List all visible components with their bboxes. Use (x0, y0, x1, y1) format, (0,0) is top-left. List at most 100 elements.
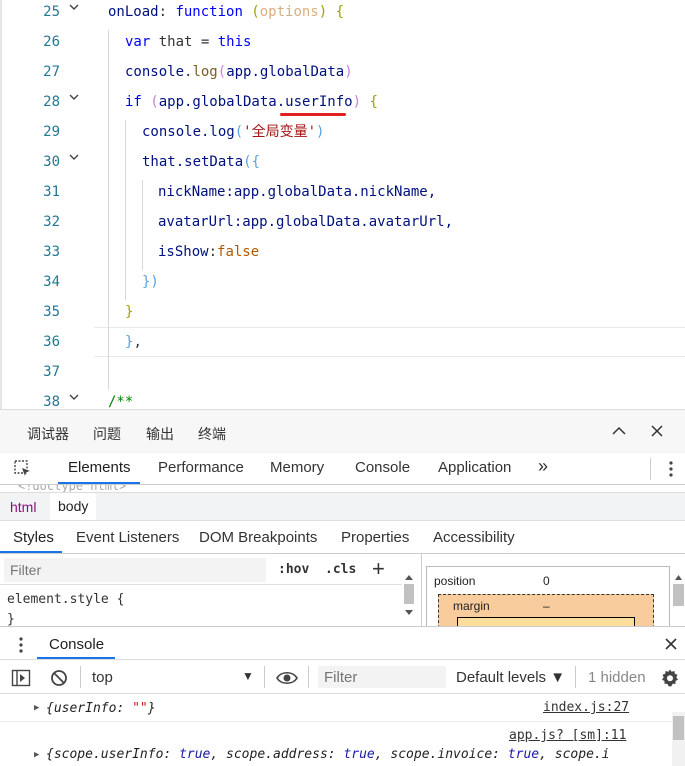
tab-output[interactable]: 输出 (146, 424, 174, 444)
box-model-scrollbar[interactable] (672, 572, 685, 626)
more-tabs-icon[interactable]: » (538, 456, 548, 477)
code-text: /** (108, 394, 134, 409)
tab-memory[interactable]: Memory (270, 459, 324, 476)
line-number: 27 (43, 64, 60, 80)
sidebar-toggle-icon[interactable] (11, 668, 31, 688)
tab-elements[interactable]: Elements (68, 459, 131, 476)
cls-toggle-button[interactable]: .cls (325, 562, 356, 577)
position-value[interactable]: 0 (543, 574, 550, 588)
line-number: 29 (43, 124, 60, 140)
code-line: 35 } (2, 297, 685, 327)
elements-tree-peek: <!doctype html> (18, 485, 127, 492)
panel-tab-bar: 调试器 问题 输出 终端 (0, 409, 685, 453)
console-message[interactable]: ▶ {userInfo: ""} index.js:27 (0, 694, 672, 722)
hov-toggle-button[interactable]: :hov (278, 562, 309, 577)
element-style-rule[interactable]: element.style { (7, 592, 124, 607)
close-icon[interactable] (646, 420, 668, 442)
styles-scrollbar[interactable] (402, 572, 416, 622)
source-link[interactable]: app.js? [sm]:11 (509, 728, 626, 743)
divider (575, 666, 576, 688)
active-tab-indicator (58, 482, 140, 484)
console-toolbar: top ▼ Default levels ▼ 1 hidden (0, 660, 685, 694)
tab-performance[interactable]: Performance (158, 459, 244, 476)
new-rule-button[interactable]: + (372, 556, 385, 582)
console-scrollbar[interactable] (672, 712, 685, 766)
tab-application[interactable]: Application (438, 459, 511, 476)
devtools-tab-bar: Elements Performance Memory Console Appl… (0, 453, 685, 485)
drawer-tab-console[interactable]: Console (49, 636, 104, 653)
line-number: 37 (43, 364, 60, 380)
tab-debugger[interactable]: 调试器 (27, 424, 69, 444)
breadcrumb-body[interactable]: body (50, 493, 97, 520)
kebab-menu-icon[interactable] (668, 459, 674, 482)
fold-chevron-icon[interactable] (68, 87, 82, 103)
drawer-header: Console (0, 626, 685, 660)
divider (264, 666, 265, 688)
close-icon[interactable] (662, 635, 680, 653)
code-text: var that = this (125, 34, 252, 50)
tab-event-listeners[interactable]: Event Listeners (76, 529, 179, 546)
console-filter-input[interactable] (318, 666, 446, 688)
tab-styles[interactable]: Styles (13, 529, 54, 546)
tab-problems[interactable]: 问题 (93, 424, 121, 444)
line-number: 31 (43, 184, 60, 200)
inspect-element-icon[interactable] (13, 459, 33, 482)
tab-console[interactable]: Console (355, 459, 410, 476)
code-line: 38 /** (2, 387, 685, 409)
drawer-menu-icon[interactable] (18, 636, 24, 654)
divider (308, 666, 309, 688)
line-number: 36 (43, 334, 60, 350)
log-levels-dropdown[interactable]: Default levels ▼ (456, 669, 565, 686)
margin-value[interactable]: – (543, 599, 550, 613)
box-model-border (457, 617, 635, 626)
code-line: 36 }, (2, 327, 685, 357)
expand-triangle-icon[interactable]: ▶ (34, 703, 39, 713)
code-text: isShow:false (158, 244, 260, 260)
expand-triangle-icon[interactable]: ▶ (34, 750, 39, 760)
breadcrumb-html[interactable]: html (10, 499, 36, 515)
chevron-up-icon[interactable] (608, 420, 630, 442)
divider (80, 666, 81, 688)
dropdown-arrow-icon[interactable]: ▼ (242, 669, 254, 683)
fold-chevron-icon[interactable] (68, 0, 82, 13)
styles-filter-input[interactable] (4, 558, 266, 582)
line-number: 34 (43, 274, 60, 290)
code-line: 25 onLoad: function (options) { (2, 0, 685, 27)
console-object-preview[interactable]: {userInfo: ""} (46, 701, 156, 716)
code-line: 26 var that = this (2, 27, 685, 57)
eye-icon[interactable] (276, 668, 298, 688)
code-text: }) (142, 274, 159, 290)
breadcrumb: html body (0, 492, 685, 521)
code-text: console.log(app.globalData) (125, 64, 353, 80)
tab-properties[interactable]: Properties (341, 529, 409, 546)
styles-pane: :hov .cls + element.style { } (0, 554, 422, 626)
console-message[interactable]: app.js? [sm]:11 ▶ {scope.userInfo: true,… (0, 722, 672, 766)
active-tab-indicator (0, 551, 62, 553)
console-object-preview[interactable]: {scope.userInfo: true, scope.address: tr… (46, 747, 610, 762)
code-line: 30 that.setData({ (2, 147, 685, 177)
code-editor[interactable]: 25 onLoad: function (options) { 26 var t… (0, 0, 685, 409)
position-label: position (434, 574, 476, 588)
hidden-count: 1 hidden (588, 669, 646, 686)
fold-chevron-icon[interactable] (68, 387, 82, 403)
line-number: 28 (43, 94, 60, 110)
clear-console-icon[interactable] (49, 668, 69, 688)
source-link[interactable]: index.js:27 (543, 700, 629, 715)
tab-accessibility[interactable]: Accessibility (433, 529, 515, 546)
code-line: 33 isShow:false (2, 237, 685, 267)
line-number: 26 (43, 34, 60, 50)
code-line: 29 console.log('全局变量') (2, 117, 685, 147)
tab-dom-breakpoints[interactable]: DOM Breakpoints (199, 529, 317, 546)
context-select[interactable]: top (92, 669, 113, 686)
divider (650, 458, 651, 480)
code-text: console.log('全局变量') (142, 124, 325, 140)
code-line: 34 }) (2, 267, 685, 297)
code-line: 27 console.log(app.globalData) (2, 57, 685, 87)
line-number: 33 (43, 244, 60, 260)
fold-chevron-icon[interactable] (68, 147, 82, 163)
tab-terminal[interactable]: 终端 (198, 424, 226, 444)
code-text: onLoad: function (options) { (108, 4, 345, 20)
line-number: 25 (43, 4, 60, 20)
line-number: 35 (43, 304, 60, 320)
gear-icon[interactable] (660, 668, 680, 688)
